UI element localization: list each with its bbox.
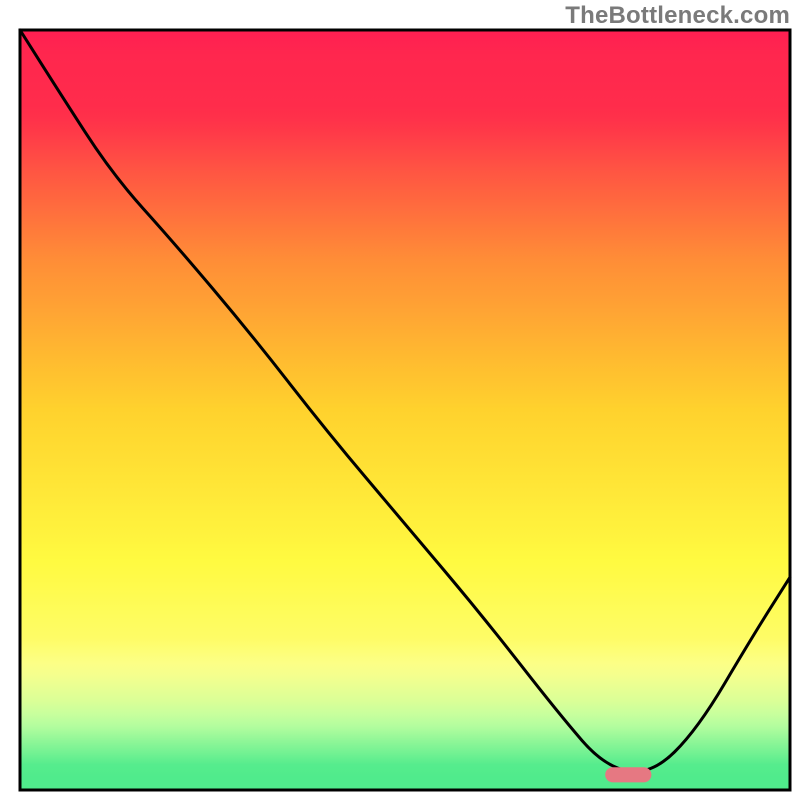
watermark-text: TheBottleneck.com xyxy=(565,2,790,30)
chart-frame: TheBottleneck.com xyxy=(0,0,800,800)
optimal-range-marker xyxy=(605,767,651,782)
bottleneck-chart xyxy=(0,0,800,800)
chart-background xyxy=(20,30,790,790)
